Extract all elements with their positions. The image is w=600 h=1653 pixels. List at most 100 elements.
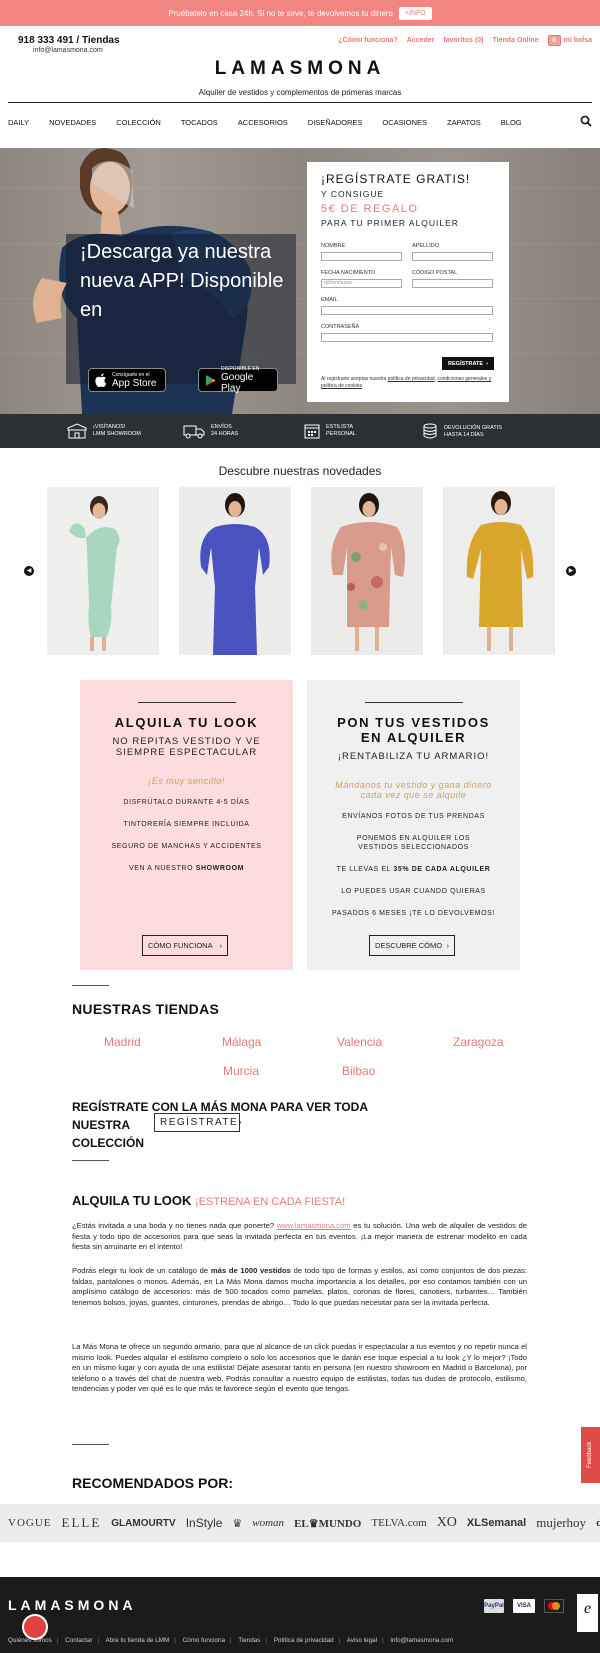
store-zaragoza[interactable]: Zaragoza [453, 1035, 504, 1049]
chevron-right-icon: › [219, 941, 223, 950]
store-madrid[interactable]: Madrid [104, 1035, 141, 1049]
product-card[interactable] [47, 487, 159, 655]
nav-tocados[interactable]: TOCADOS [181, 118, 218, 127]
about-site-link[interactable]: www.lamasmona.com [277, 1221, 351, 1230]
store-murcia[interactable]: Murcia [223, 1064, 259, 1078]
press-logo: ELLE [61, 1515, 102, 1530]
app-store-big: App Store [112, 377, 157, 389]
descubre-como-button[interactable]: DESCUBRE CÓMO › [369, 935, 455, 956]
product-image [443, 487, 555, 655]
benefit-estilista: ESTILISTA PERSONAL [304, 423, 356, 439]
press-logo: InStyle [185, 1516, 223, 1530]
signup-submit-button[interactable]: REGÍSTRATE › [442, 357, 494, 370]
rent-item-text: VEN A NUESTRO [128, 865, 196, 872]
footer-logo[interactable]: LAMASMONA [8, 1597, 137, 1613]
cp-input[interactable] [412, 279, 493, 288]
lend-box: PON TUS VESTIDOS EN ALQUILER ¡RENTABILIZ… [307, 680, 520, 970]
favoritos-label: favoritos (0) [443, 37, 484, 44]
footer-link[interactable]: Quiénes somos [8, 1637, 52, 1644]
header-divider [8, 102, 592, 103]
lend-title: PON TUS VESTIDOS EN ALQUILER [337, 715, 490, 745]
footer: LAMASMONA PayPal VISA e Quiénes somos | C… [0, 1577, 600, 1653]
app-store-button[interactable]: Consíguelo en el App Store [88, 368, 166, 392]
paypal-icon: PayPal [484, 1599, 504, 1613]
coins-icon [423, 423, 437, 439]
press-logo: XO [436, 1515, 457, 1530]
product-card[interactable] [311, 487, 423, 655]
nav-blog[interactable]: BLOG [501, 118, 522, 127]
password-label: CONTRASEÑA [321, 324, 360, 330]
search-icon[interactable] [580, 115, 592, 127]
signup-title: ¡REGÍSTRATE GRATIS! [321, 172, 471, 186]
feedback-tab[interactable]: Feedback [581, 1427, 600, 1483]
lend-item: ENVÍANOS FOTOS DE TUS PRENDAS [342, 813, 485, 820]
nav-daily[interactable]: DAILY [8, 118, 29, 127]
password-field[interactable] [321, 333, 493, 342]
signup-sub: Y CONSIGUE [321, 189, 385, 199]
chevron-right-icon: › [446, 941, 450, 950]
apellido-input[interactable] [412, 252, 493, 261]
descubre-como-label: DESCUBRE CÓMO [375, 941, 443, 950]
footer-link[interactable]: Aviso legal [347, 1637, 377, 1644]
press-logo: divinity [596, 1517, 600, 1529]
link-tienda-online[interactable]: Tienda Online [492, 37, 538, 44]
footer-link[interactable]: info@lamasmona.com [390, 1637, 453, 1644]
email-field[interactable] [321, 306, 493, 315]
header-phone[interactable]: 918 333 491 / Tiendas [18, 35, 120, 46]
promo-info-button[interactable]: +INFO [398, 6, 432, 20]
nav-zapatos[interactable]: ZAPATOS [447, 118, 481, 127]
carousel-next-arrow-icon[interactable]: ▶ [566, 566, 576, 576]
google-play-big: Google Play [221, 372, 254, 394]
nav-novedades[interactable]: NOVEDADES [49, 118, 96, 127]
logo-text: LAMASMONA [214, 58, 386, 79]
benefit-devolucion-t2: HASTA 14 DÍAS [444, 431, 484, 438]
calendar-icon [304, 424, 320, 439]
footer-link[interactable]: Política de privacidad [274, 1637, 334, 1644]
nav-ocasiones[interactable]: OCASIONES [382, 118, 427, 127]
recommended-title: RECOMENDADOS POR: [72, 1475, 234, 1491]
como-funciona-button[interactable]: CÓMO FUNCIONA › [142, 935, 228, 956]
mastercard-icon [544, 1599, 564, 1613]
box-divider [364, 702, 463, 703]
fecha-input[interactable]: dd/mm/aaaa [321, 279, 402, 288]
trust-badge-icon[interactable]: e [577, 1594, 598, 1632]
privacy-link[interactable]: política de privacidad [388, 376, 435, 382]
bag-icon: 0 [547, 35, 561, 46]
footer-link[interactable]: Cómo funciona [183, 1637, 225, 1644]
product-card[interactable] [179, 487, 291, 655]
press-logo: EL♛MUNDO [294, 1517, 362, 1530]
store-valencia[interactable]: Valencia [337, 1035, 382, 1049]
benefit-envios: ENVÍOS 24 HORAS [183, 423, 238, 439]
benefit-estilista-t2: PERSONAL [326, 431, 356, 437]
product-card[interactable] [443, 487, 555, 655]
carousel-prev-arrow-icon[interactable]: ◀ [24, 566, 34, 576]
nav-coleccion[interactable]: COLECCIÓN [116, 118, 161, 127]
bag-label: mi bolsa [563, 37, 592, 44]
nav-accesorios[interactable]: ACCESORIOS [238, 118, 288, 127]
store-bilbao[interactable]: Bilbao [342, 1064, 375, 1078]
link-favoritos[interactable]: favoritos (0) [443, 37, 483, 44]
link-acceder[interactable]: Acceder [407, 37, 435, 44]
lend-item: LO PUEDES USAR CUANDO QUIERAS [341, 888, 486, 895]
register-button[interactable]: REGÍSTRATE › [154, 1113, 242, 1132]
nombre-input[interactable] [321, 252, 402, 261]
store-malaga[interactable]: Málaga [222, 1035, 261, 1049]
footer-link[interactable]: Tiendas [238, 1637, 260, 1644]
footer-link[interactable]: Abre tu tienda de LMM [106, 1637, 170, 1644]
link-como-funciona[interactable]: ¿Cómo funciona? [338, 37, 398, 44]
apple-icon [95, 373, 107, 387]
google-play-button[interactable]: DISPONIBLE EN Google Play [198, 366, 278, 394]
nav-disenadores[interactable]: DISEÑADORES [308, 118, 363, 127]
showroom-link[interactable]: SHOWROOM [196, 865, 244, 872]
lend-item: PONEMOS EN ALQUILER LOS VESTIDOS SELECCI… [356, 835, 471, 851]
google-play-icon [205, 374, 216, 386]
signup-submit-label: REGÍSTRATE [448, 360, 484, 367]
site-logo[interactable]: LAMASMONA [0, 58, 600, 80]
footer-link[interactable]: Contactar [65, 1637, 92, 1644]
about-paragraph: ¿Estás invitada a una boda y no tienes n… [72, 1221, 527, 1253]
apellido-label: APELLIDO [412, 243, 439, 249]
bag-link[interactable]: 0 mi bolsa [547, 35, 592, 46]
header-email[interactable]: info@lamasmona.com [33, 47, 103, 54]
rent-title: ALQUILA TU LOOK [114, 715, 259, 730]
rent-item: VEN A NUESTRO SHOWROOM [80, 864, 293, 873]
